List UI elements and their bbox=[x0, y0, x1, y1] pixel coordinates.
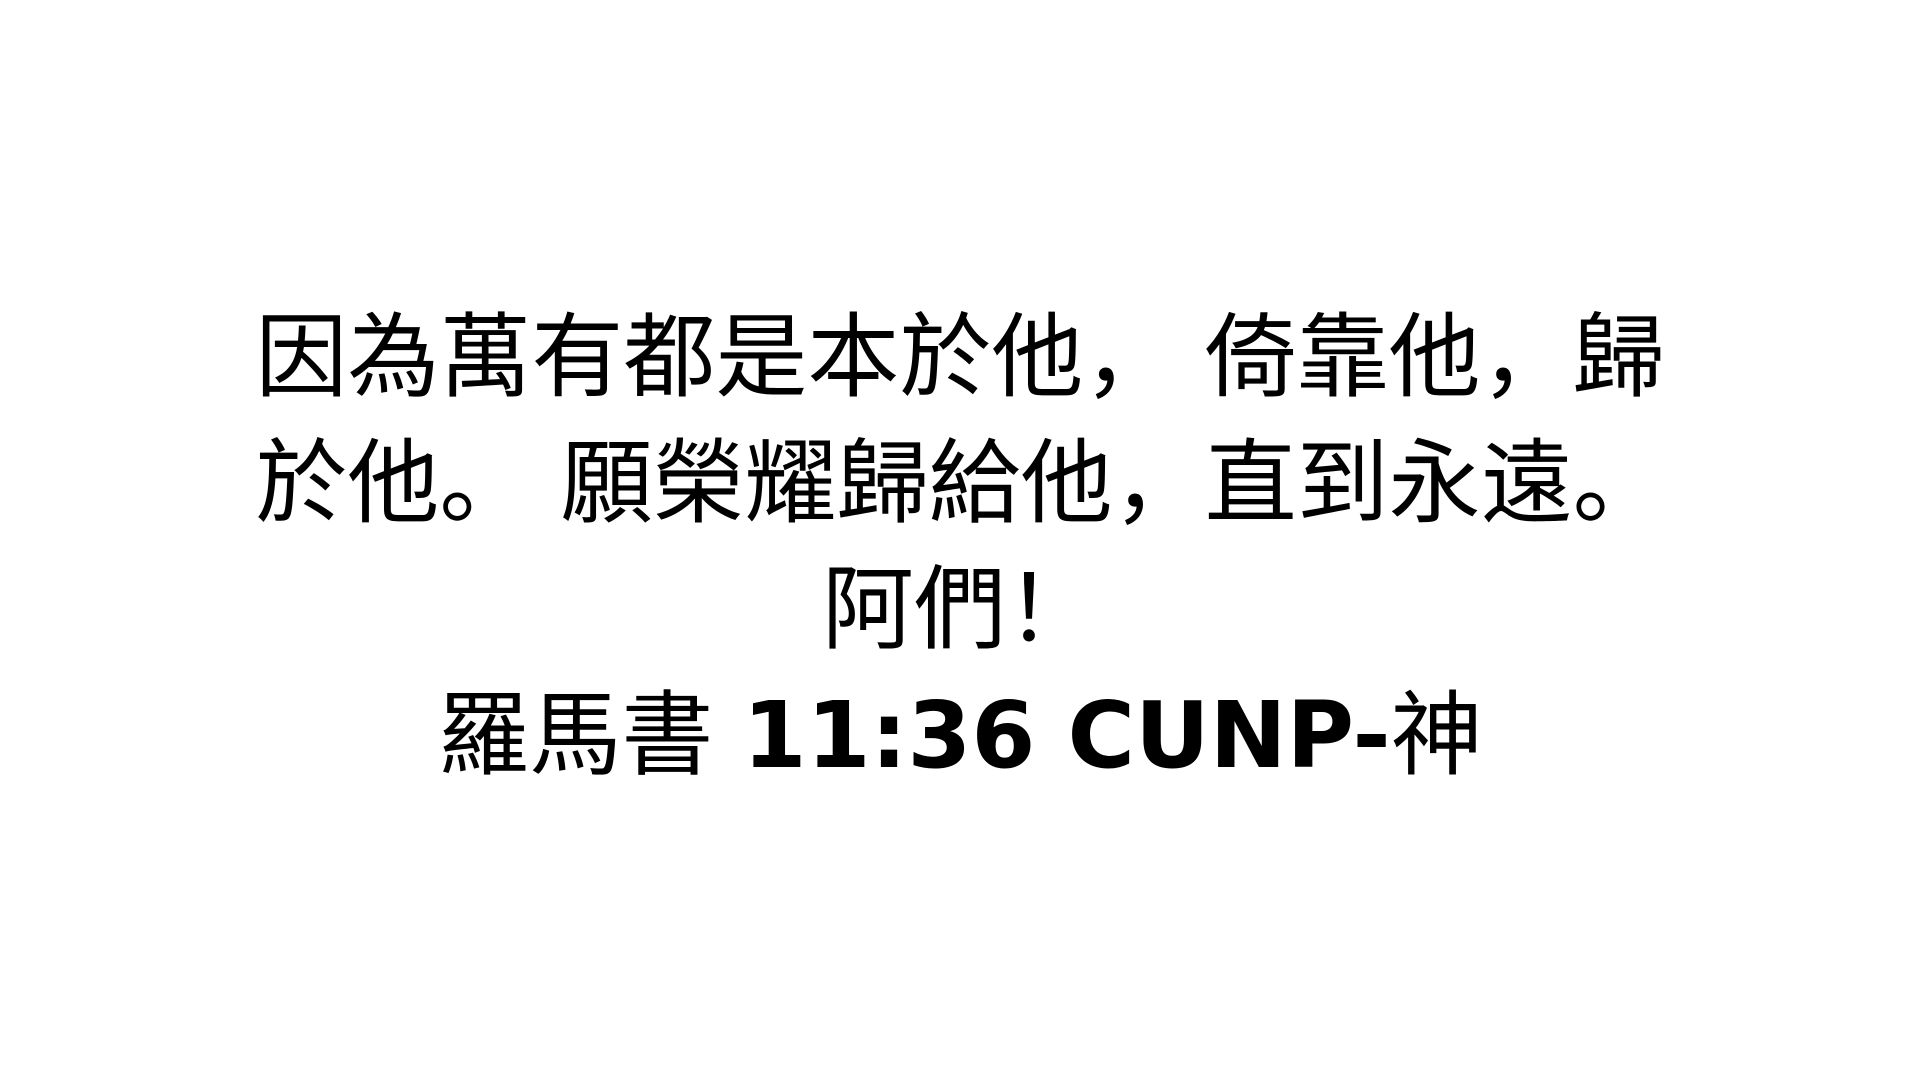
verse-line-3: 阿們！ bbox=[821, 556, 1098, 663]
verse-line-1: 因為萬有都是本於他， 倚靠他，歸 bbox=[255, 304, 1665, 411]
verse-line-2: 於他。 願榮耀歸給他，直到永遠。 bbox=[255, 430, 1665, 537]
verse-text-block: 因為萬有都是本於他， 倚靠他，歸 於他。 願榮耀歸給他，直到永遠。 阿們！ 羅馬… bbox=[240, 295, 1680, 799]
scripture-reference: 羅馬書 11:36 CUNP-神 bbox=[240, 673, 1680, 799]
reference-suffix: 神 bbox=[1390, 682, 1483, 789]
reference-book: 羅馬書 bbox=[437, 682, 743, 789]
reference-citation: 11:36 CUNP- bbox=[742, 682, 1391, 789]
slide-canvas: 因為萬有都是本於他， 倚靠他，歸 於他。 願榮耀歸給他，直到永遠。 阿們！ 羅馬… bbox=[0, 0, 1920, 1080]
